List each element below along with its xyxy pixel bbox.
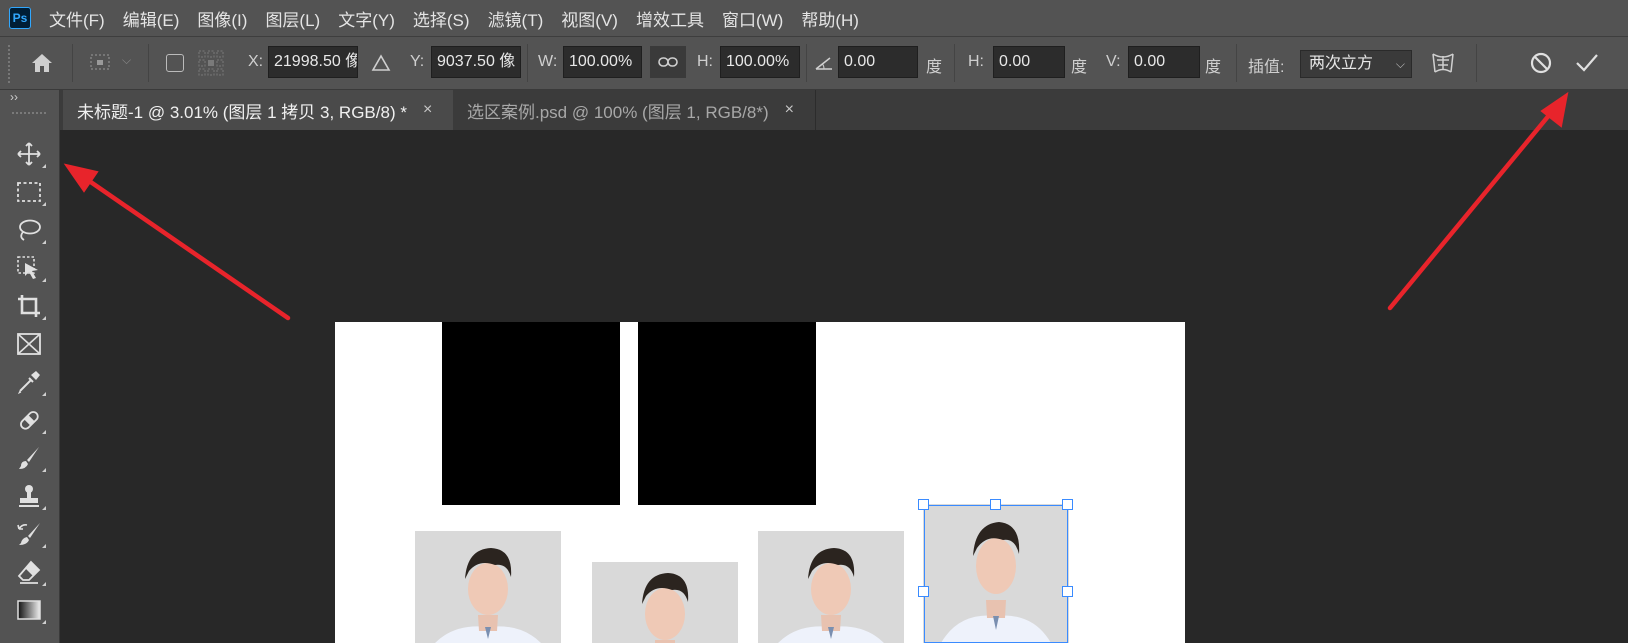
transform-handle-left[interactable] [918, 586, 929, 597]
chevron-down-icon[interactable]: ⌵ [122, 53, 131, 68]
crop-tool-icon[interactable] [12, 290, 46, 322]
menu-window[interactable]: 窗口(W) [722, 6, 783, 31]
transform-handle-top[interactable] [990, 499, 1001, 510]
vertical-skew-input[interactable]: 0.00 [1128, 46, 1200, 78]
transform-handle-top-right[interactable] [1062, 499, 1073, 510]
menu-file[interactable]: 文件(F) [49, 6, 105, 31]
panel-grip[interactable] [12, 112, 46, 118]
transform-handle-top-left[interactable] [918, 499, 929, 510]
height-input[interactable]: 100.00% [720, 46, 800, 78]
home-icon[interactable] [26, 48, 58, 78]
tab-label: 选区案例.psd @ 100% (图层 1, RGB/8*) [467, 102, 769, 122]
rotation-angle-input[interactable]: 0.00 [838, 46, 918, 78]
eraser-tool-icon[interactable] [12, 556, 46, 588]
move-tool-icon[interactable] [12, 138, 46, 170]
y-label: Y: [410, 53, 425, 70]
menu-edit[interactable]: 编辑(E) [123, 6, 180, 31]
commit-transform-icon[interactable] [1572, 48, 1602, 78]
tab-selection-example[interactable]: 选区案例.psd @ 100% (图层 1, RGB/8*) × [453, 90, 816, 130]
portrait-photo [415, 531, 561, 643]
interpolation-select[interactable]: 两次立方 ⌵ [1300, 50, 1412, 78]
arrowhead-left [63, 163, 99, 193]
clone-stamp-tool-icon[interactable] [12, 480, 46, 512]
horizontal-skew-label: H: [968, 53, 984, 70]
transform-handle-right[interactable] [1062, 586, 1073, 597]
angle-unit-label: 度 [926, 59, 943, 76]
photoshop-logo-icon[interactable]: Ps [9, 7, 31, 29]
close-icon[interactable]: × [423, 101, 432, 119]
menu-filter[interactable]: 滤镜(T) [488, 6, 544, 31]
interpolation-value: 两次立方 [1309, 55, 1374, 72]
height-label: H: [697, 53, 713, 70]
warp-mode-icon[interactable] [1426, 47, 1460, 79]
cancel-transform-icon[interactable] [1526, 48, 1556, 78]
angle-icon [812, 50, 836, 76]
document-tab-bar: 未标题-1 @ 3.01% (图层 1 拷贝 3, RGB/8) * × 选区案… [60, 90, 1628, 130]
menu-plugins[interactable]: 增效工具 [636, 6, 704, 31]
tab-label: 未标题-1 @ 3.01% (图层 1 拷贝 3, RGB/8) * [77, 102, 407, 122]
chevron-down-icon: ⌵ [1395, 57, 1405, 71]
reference-point-grid-icon[interactable] [196, 48, 226, 78]
options-grip[interactable] [8, 45, 14, 83]
history-brush-tool-icon[interactable] [12, 518, 46, 550]
annotation-arrow-right [1387, 105, 1558, 311]
object-selection-tool-icon[interactable] [12, 252, 46, 284]
menu-view[interactable]: 视图(V) [561, 6, 618, 31]
reference-point-toggle-icon[interactable] [86, 49, 116, 77]
close-icon[interactable]: × [785, 101, 794, 119]
annotation-arrow-left [79, 173, 291, 321]
y-position-input[interactable]: 9037.50 像 [431, 46, 521, 78]
healing-brush-tool-icon[interactable] [12, 404, 46, 436]
width-label: W: [538, 53, 558, 70]
menu-select[interactable]: 选择(S) [413, 6, 470, 31]
marquee-tool-icon[interactable] [12, 176, 46, 208]
lasso-tool-icon[interactable] [12, 214, 46, 246]
portrait-photo [592, 562, 738, 643]
menu-layer[interactable]: 图层(L) [265, 6, 320, 31]
menu-type[interactable]: 文字(Y) [338, 6, 395, 31]
menu-image[interactable]: 图像(I) [197, 6, 247, 31]
relative-position-icon[interactable] [368, 51, 394, 75]
x-label: X: [248, 53, 264, 70]
tools-panel: ›› [0, 90, 60, 643]
menu-bar: Ps 文件(F) 编辑(E) 图像(I) 图层(L) 文字(Y) 选择(S) 滤… [0, 0, 1628, 36]
reference-point-checkbox[interactable] [166, 54, 184, 72]
collapse-panel-icon[interactable]: ›› [10, 90, 18, 104]
brush-tool-icon[interactable] [12, 442, 46, 474]
transform-bounding-box[interactable] [924, 505, 1068, 643]
menu-help[interactable]: 帮助(H) [801, 6, 859, 31]
hskew-unit-label: 度 [1071, 59, 1088, 76]
x-position-input[interactable]: 21998.50 像 [268, 46, 358, 78]
gradient-tool-icon[interactable] [12, 594, 46, 626]
tab-untitled-1[interactable]: 未标题-1 @ 3.01% (图层 1 拷贝 3, RGB/8) * × [63, 90, 453, 130]
portrait-photo [758, 531, 904, 643]
eyedropper-tool-icon[interactable] [12, 366, 46, 398]
vskew-unit-label: 度 [1205, 59, 1222, 76]
frame-tool-icon[interactable] [12, 328, 46, 360]
link-icon[interactable] [650, 46, 686, 78]
black-square-layer [442, 322, 620, 505]
options-bar: ⌵ X: 21998.50 像 Y: 9037.50 像 W: 100.00% … [0, 36, 1628, 90]
width-input[interactable]: 100.00% [563, 46, 642, 78]
interpolation-label: 插值: [1248, 59, 1285, 76]
vertical-skew-label: V: [1106, 53, 1121, 70]
horizontal-skew-input[interactable]: 0.00 [993, 46, 1065, 78]
black-square-layer [638, 322, 816, 505]
